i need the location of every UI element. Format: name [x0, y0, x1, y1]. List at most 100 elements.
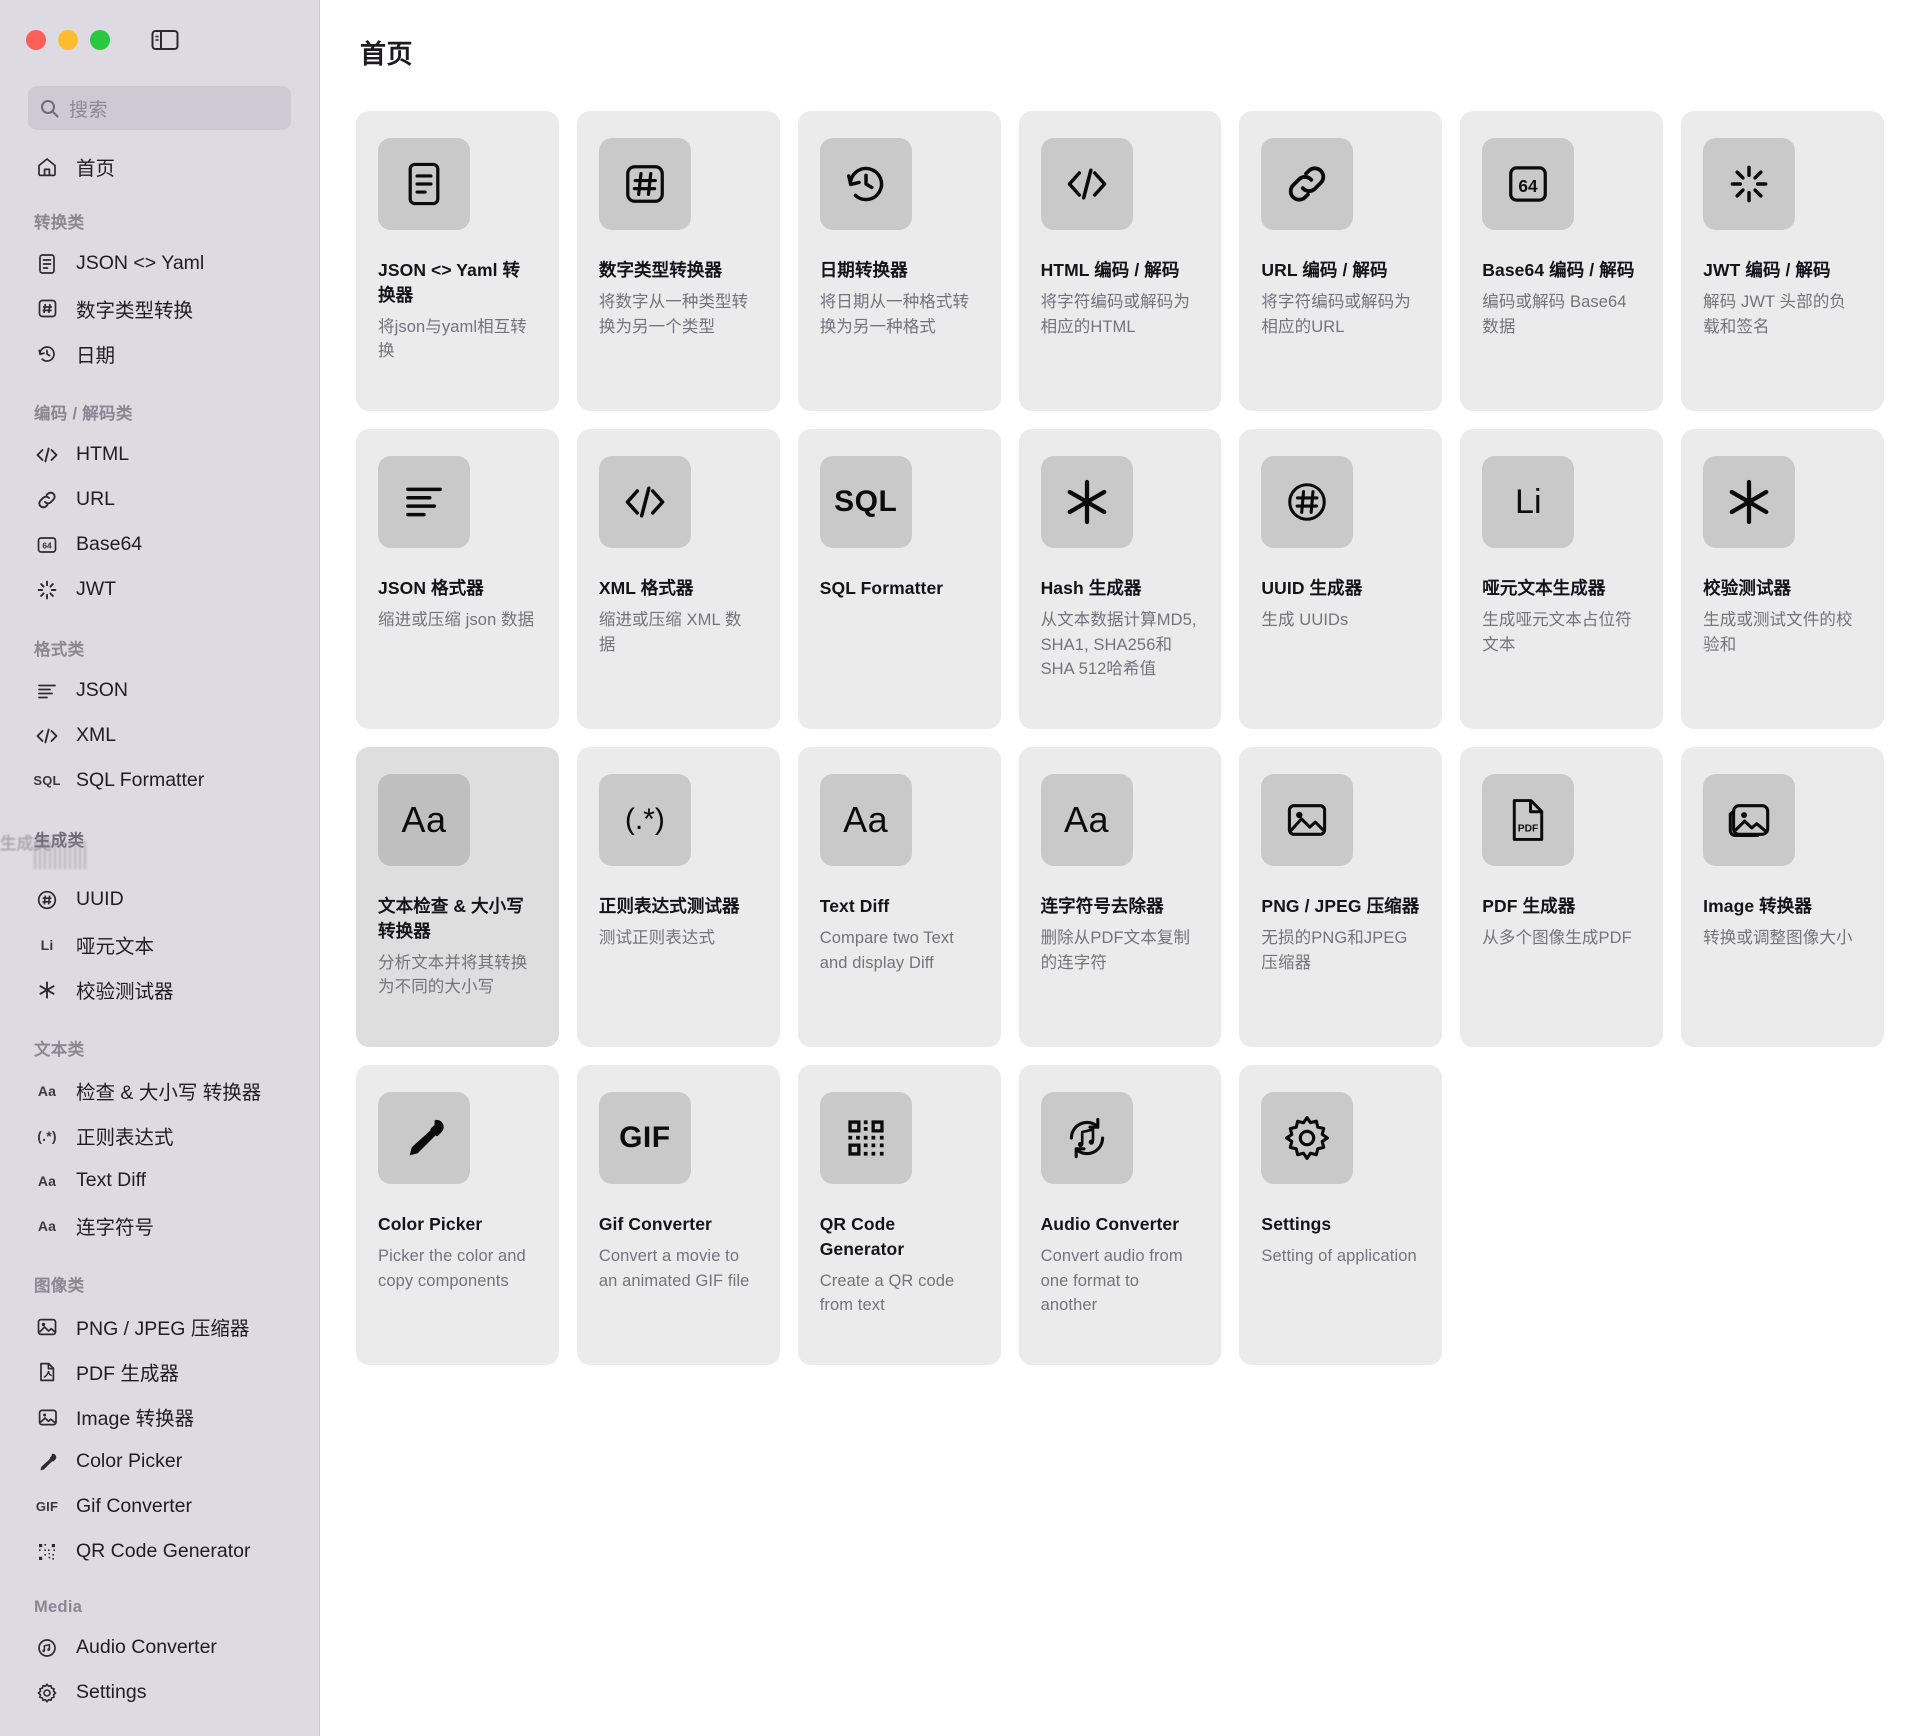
tool-card-title: URL 编码 / 解码 [1261, 260, 1388, 280]
sidebar-item-json-yaml[interactable]: JSON <> Yaml [0, 241, 319, 286]
aa-icon-text: Aa [1064, 799, 1110, 840]
sidebar-item-uuid[interactable]: UUID [0, 877, 319, 922]
tool-card[interactable]: JWT 编码 / 解码解码 JWT 头部的负载和签名 [1681, 111, 1884, 411]
tool-card-title: XML 格式器 [598, 578, 694, 598]
document-lines-icon [378, 138, 470, 230]
tool-card[interactable]: 校验测试器 生成或测试文件的校验和 [1681, 429, 1884, 729]
minimize-button[interactable] [58, 30, 78, 50]
sidebar-item-label: 正则表达式 [76, 1127, 174, 1149]
sidebar-item-date[interactable]: 日期 [0, 331, 319, 376]
sidebar-item-json[interactable]: JSON [0, 668, 319, 713]
tool-card[interactable]: Settings Setting of application [1239, 1065, 1443, 1365]
sidebar-item-qr-generator[interactable]: QR Code Generator [0, 1529, 319, 1574]
tool-card-title: JSON 格式器 [378, 578, 484, 598]
sidebar-item-label: Color Picker [76, 1450, 183, 1472]
sidebar-item-case-converter[interactable]: Aa 检查 & 大小写 转换器 [0, 1068, 319, 1113]
sidebar-item-settings[interactable]: Settings [0, 1670, 319, 1715]
tool-card-title: Color Picker [378, 1214, 483, 1234]
sidebar-toggle-icon[interactable] [150, 27, 180, 53]
sidebar-item-hyphen[interactable]: Aa 连字符号 [0, 1203, 319, 1248]
sidebar-item-label: PNG / JPEG 压缩器 [76, 1318, 250, 1340]
tool-card[interactable]: PDF PDF 生成器 从多个图像生成PDF [1460, 747, 1664, 1047]
audio-rotate-icon [1040, 1092, 1133, 1184]
tool-card[interactable]: PNG / JPEG 压缩器 无损的PNG和JPEG压缩器 [1239, 747, 1443, 1047]
tool-card[interactable]: Aa 连字符号去除器 删除从PDF文本复制的连字符 [1018, 747, 1222, 1047]
sidebar-group-label: 生成类 生成类 [0, 827, 319, 853]
zoom-button[interactable] [90, 30, 110, 50]
sidebar-group-label: 编码 / 解码类 [34, 405, 133, 423]
tool-card[interactable]: HTML 编码 / 解码 将字符编码或解码为相应的HTML [1018, 111, 1222, 411]
tool-card[interactable]: (.*) 正则表达式测试器 测试正则表达式 [576, 747, 780, 1047]
sidebar-item-jwt[interactable]: JWT [0, 567, 319, 612]
tool-card[interactable]: Image 转换器 转换或调整图像大小 [1681, 747, 1884, 1047]
sidebar-item-label: Gif Converter [76, 1495, 192, 1517]
sidebar-item-sql-formatter[interactable]: SQL SQL Formatter [0, 758, 319, 803]
sidebar-item-png-jpeg[interactable]: PNG / JPEG 压缩器 [0, 1304, 319, 1349]
close-button[interactable] [26, 30, 46, 50]
tool-card[interactable]: 64 Base64 编码 / 解码 编码或解码 Base64 数据 [1460, 111, 1664, 411]
sidebar-item-text-diff[interactable]: Aa Text Diff [0, 1158, 319, 1203]
sidebar-item-label: QR Code Generator [76, 1540, 251, 1562]
sidebar-item-number-convert[interactable]: 数字类型转换 [0, 286, 319, 331]
tool-card-title: 哑元文本生成器 [1482, 578, 1606, 598]
tool-card[interactable]: 数字类型转换器 将数字从一种类型转换为另一个类型 [576, 111, 780, 411]
tool-card[interactable]: Aa Text Diff Compare two Text and display … [797, 747, 1001, 1047]
page-title: 首页 [360, 39, 414, 69]
tool-card-title: PNG / JPEG 压缩器 [1261, 896, 1420, 916]
sidebar-item-lorem-ipsum[interactable]: Li 哑元文本 [0, 922, 319, 967]
tool-card[interactable]: Color Picker Picker the color and copy co… [356, 1065, 559, 1365]
tool-card[interactable]: SQL SQL Formatter [797, 429, 1001, 729]
tool-card[interactable]: QR Code Generator Create a QR code from t… [797, 1065, 1001, 1365]
sidebar-group-label: 格式类 [34, 641, 85, 659]
regex-icon-text: (.*) [37, 1127, 57, 1144]
sql-icon: SQL [819, 456, 912, 548]
sidebar-item-color-picker[interactable]: Color Picker [0, 1439, 319, 1484]
sidebar-item-audio-converter[interactable]: Audio Converter [0, 1625, 319, 1670]
images-stack-icon [1703, 774, 1796, 866]
sidebar-item-regex[interactable]: (.*) 正则表达式 [0, 1113, 319, 1158]
group-label-ghost: 生成类 [0, 835, 51, 853]
aa-icon: Aa [378, 774, 470, 866]
tool-card[interactable]: URL 编码 / 解码 将字符编码或解码为相应的URL [1239, 111, 1443, 411]
tool-card[interactable]: 日期转换器 将日期从一种格式转换为另一种格式 [797, 111, 1001, 411]
sidebar-item-label: JWT [76, 578, 117, 600]
tool-card[interactable]: JSON <> Yaml 转换器 将json与yaml相互转换 [356, 111, 559, 411]
tool-card-description: 分析文本并将其转换为不同的大小写 [378, 953, 528, 997]
sidebar-item-url[interactable]: URL [0, 477, 319, 522]
sidebar-item-base64[interactable]: 64 Base64 [0, 522, 319, 567]
aa-icon: Aa [1040, 774, 1133, 866]
sidebar-item-pdf-generator[interactable]: PDF 生成器 [0, 1349, 319, 1394]
tool-card-description: Setting of application [1261, 1246, 1417, 1265]
image-icon [34, 1317, 60, 1337]
tool-card[interactable]: Hash 生成器 从文本数据计算MD5, SHA1, SHA256和SHA 512… [1018, 429, 1222, 729]
tool-card-title: 连字符号去除器 [1040, 896, 1164, 916]
sidebar-item-xml[interactable]: XML [0, 713, 319, 758]
tool-card[interactable]: UUID 生成器 生成 UUIDs [1239, 429, 1443, 729]
tool-card[interactable]: Aa 文本检查 & 大小写转换器 分析文本并将其转换为不同的大小写 [356, 747, 559, 1047]
tool-card[interactable]: Li 哑元文本生成器 生成哑元文本占位符文本 [1460, 429, 1664, 729]
tool-card-title: HTML 编码 / 解码 [1040, 260, 1180, 280]
search-input[interactable]: 搜索 [28, 86, 291, 130]
sidebar-item-image-converter[interactable]: Image 转换器 [0, 1394, 319, 1439]
tool-card[interactable]: GIF Gif Converter Convert a movie to an an… [576, 1065, 780, 1365]
sidebar-item-label: HTML [76, 443, 130, 465]
tool-card[interactable]: XML 格式器 缩进或压缩 XML 数据 [576, 429, 780, 729]
link-icon [34, 489, 60, 511]
tool-card-description: 解码 JWT 头部的负载和签名 [1703, 292, 1847, 336]
sidebar-item-checksum[interactable]: 校验测试器 [0, 967, 319, 1012]
tool-card-title: JWT 编码 / 解码 [1703, 260, 1831, 280]
sidebar-item-html[interactable]: HTML [0, 432, 319, 477]
code-brackets-icon [34, 726, 60, 746]
tool-card[interactable]: JSON 格式器 缩进或压缩 json 数据 [356, 429, 559, 729]
regex-icon: (.*) [598, 774, 691, 866]
tool-card-grid: JSON <> Yaml 转换器 将json与yaml相互转换 数字类型转换器 将数字… [356, 111, 1884, 1365]
app-window: 搜索 首页 转换类 JSON <> Yaml 数字类型转换 日期 编码 / 解码… [0, 0, 1920, 1736]
sql-icon-text: SQL [834, 485, 898, 518]
sidebar-item-home[interactable]: 首页 [0, 144, 319, 189]
base64-box-icon: 64 [1482, 138, 1575, 230]
sidebar-item-gif-converter[interactable]: GIF Gif Converter [0, 1484, 319, 1529]
link-icon [1261, 138, 1354, 230]
tool-card-title: Image 转换器 [1703, 896, 1812, 916]
tool-card[interactable]: Audio Converter Convert audio from one fo… [1018, 1065, 1222, 1365]
aa-icon-text: Aa [401, 799, 447, 840]
